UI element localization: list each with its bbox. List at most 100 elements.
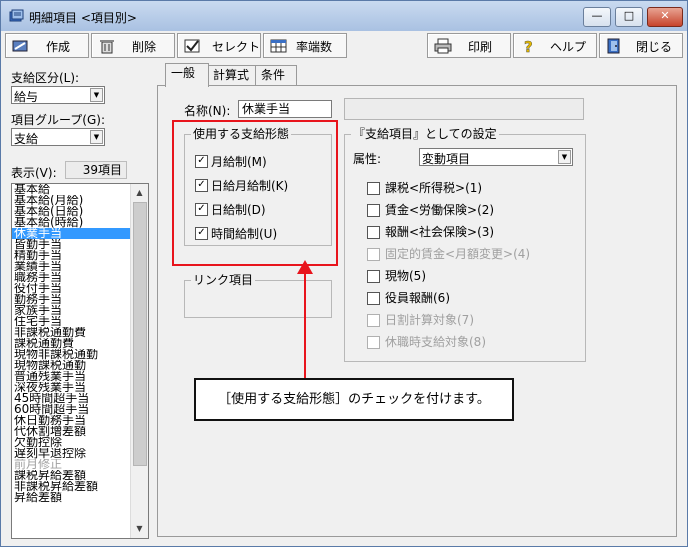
in-kind-checkbox[interactable] (367, 270, 380, 283)
select-icon (184, 39, 200, 52)
minimize-button[interactable]: — (583, 7, 611, 27)
list-item[interactable]: 遅刻早退控除 (12, 448, 130, 459)
delete-button[interactable]: 削除 (91, 33, 175, 58)
select-button[interactable]: セレクト (177, 33, 261, 58)
close-label: 閉じる (636, 40, 673, 54)
group-value: 支給 (14, 132, 39, 146)
wage-checkbox[interactable] (367, 204, 380, 217)
remuneration-checkbox[interactable] (367, 226, 380, 239)
list-item[interactable]: 普通残業手当 (12, 371, 130, 382)
rounding-button[interactable]: 率端数 (263, 33, 347, 58)
highlight-box (172, 120, 338, 266)
list-item[interactable]: 昇給差額 (12, 492, 130, 503)
delete-label: 削除 (132, 40, 157, 54)
tab-general[interactable]: 一般 (165, 63, 209, 87)
window-title: 明細項目 <項目別> (29, 11, 137, 25)
pay-type-select[interactable]: 給与 ▼ (11, 86, 105, 104)
callout: ［使用する支給形態］のチェックを付けます。 (194, 378, 514, 421)
app-icon (9, 9, 24, 22)
close-button[interactable]: 閉じる (599, 33, 683, 58)
list-item[interactable]: 家族手当 (12, 305, 130, 316)
list-item[interactable]: 住宅手当 (12, 316, 130, 327)
scroll-up-icon[interactable]: ▲ (133, 186, 146, 199)
list-item[interactable]: 45時間超手当 (12, 393, 130, 404)
chevron-down-icon[interactable]: ▼ (90, 130, 103, 144)
remuneration-label: 報酬<社会保険>(3) (385, 225, 495, 239)
toolbar: 作成 削除 セレクト 率端数 印刷 ? ヘルプ 閉じる (1, 31, 687, 59)
name-extra-field (344, 98, 584, 120)
list-item[interactable]: 勤務手当 (12, 294, 130, 305)
help-button[interactable]: ? ヘルプ (513, 33, 597, 58)
item-list[interactable]: 基本給 基本給(月給) 基本給(日給) 基本給(時給) 休業手当 皆勤手当 精勤手当 業績手当… (11, 183, 149, 539)
list-item[interactable]: 休業手当 (12, 228, 130, 239)
list-item[interactable]: 精勤手当 (12, 250, 130, 261)
link-group: リンク項目 (184, 273, 332, 318)
list-item[interactable]: 非課税通勤費 (12, 327, 130, 338)
group-label: 項目グループ(G): (11, 113, 105, 127)
scroll-down-icon[interactable]: ▼ (133, 522, 146, 535)
taxable-label: 課税<所得税>(1) (385, 181, 483, 195)
prorate-checkbox (367, 314, 380, 327)
attribute-label: 属性: (353, 152, 382, 166)
name-field[interactable]: 休業手当 (238, 100, 332, 118)
list-item[interactable]: 代休割増差額 (12, 426, 130, 437)
print-button[interactable]: 印刷 (427, 33, 511, 58)
taxable-checkbox[interactable] (367, 182, 380, 195)
officer-pay-label: 役員報酬(6) (385, 291, 450, 305)
scroll-thumb[interactable] (133, 202, 147, 466)
setting-group: 『支給項目』としての設定 属性: 変動項目 ▼ 課税<所得税>(1) 賃金<労働… (344, 127, 586, 362)
create-label: 作成 (46, 40, 71, 54)
list-item[interactable]: 皆勤手当 (12, 239, 130, 250)
chevron-down-icon[interactable]: ▼ (558, 150, 571, 164)
list-item[interactable]: 深夜残業手当 (12, 382, 130, 393)
print-label: 印刷 (468, 40, 493, 54)
svg-text:?: ? (524, 38, 533, 54)
wage-label: 賃金<労働保険>(2) (385, 203, 495, 217)
attribute-value: 変動項目 (422, 152, 471, 166)
maximize-button[interactable]: □ (615, 7, 643, 27)
pay-type-label: 支給区分(L): (11, 71, 80, 85)
list-item[interactable]: 基本給(月給) (12, 195, 130, 206)
tab-formula[interactable]: 計算式 (207, 65, 257, 86)
fixed-wage-checkbox (367, 248, 380, 261)
select-label: セレクト (212, 40, 261, 54)
list-item[interactable]: 休日勤務手当 (12, 415, 130, 426)
window: 明細項目 <項目別> — □ ✕ 作成 削除 セレクト 率端数 印刷 ? ヘルプ (0, 0, 688, 547)
list-item[interactable]: 60時間超手当 (12, 404, 130, 415)
create-button[interactable]: 作成 (5, 33, 89, 58)
list-item[interactable]: 基本給(日給) (12, 206, 130, 217)
prorate-label: 日割計算対象(7) (385, 313, 474, 327)
list-item[interactable]: 現物非課税通勤 (12, 349, 130, 360)
tab-conditions[interactable]: 条件 (255, 65, 297, 86)
help-icon: ? (524, 38, 533, 54)
list-item[interactable]: 役付手当 (12, 283, 130, 294)
title-bar: 明細項目 <項目別> — □ ✕ (1, 1, 687, 31)
list-item[interactable]: 前月修正 (12, 459, 130, 470)
list-item[interactable]: 課税通勤費 (12, 338, 130, 349)
list-item[interactable]: 基本給 (12, 184, 130, 195)
arrow-line (304, 263, 306, 379)
create-icon (12, 40, 28, 51)
officer-pay-checkbox[interactable] (367, 292, 380, 305)
list-item[interactable]: 欠勤控除 (12, 437, 130, 448)
arrow-up-icon (297, 260, 313, 274)
list-item[interactable]: 基本給(時給) (12, 217, 130, 228)
chevron-down-icon[interactable]: ▼ (90, 88, 103, 102)
list-item[interactable]: 非課税昇給差額 (12, 481, 130, 492)
rounding-label: 率端数 (296, 40, 333, 54)
list-item[interactable]: 職務手当 (12, 272, 130, 283)
close-window-button[interactable]: ✕ (647, 7, 683, 27)
help-label: ヘルプ (550, 40, 587, 54)
in-kind-label: 現物(5) (385, 269, 426, 283)
list-item[interactable]: 課税昇給差額 (12, 470, 130, 481)
scrollbar[interactable]: ▲ ▼ (130, 184, 148, 538)
list-item[interactable]: 現物課税通勤 (12, 360, 130, 371)
pay-type-value: 給与 (14, 90, 39, 104)
minimize-icon: — (591, 9, 603, 22)
group-select[interactable]: 支給 ▼ (11, 128, 105, 146)
trash-icon (100, 39, 114, 53)
fixed-wage-label: 固定的賃金<月額変更>(4) (385, 247, 531, 261)
display-label: 表示(V): (11, 166, 57, 180)
list-item[interactable]: 業績手当 (12, 261, 130, 272)
attribute-select[interactable]: 変動項目 ▼ (419, 148, 573, 166)
